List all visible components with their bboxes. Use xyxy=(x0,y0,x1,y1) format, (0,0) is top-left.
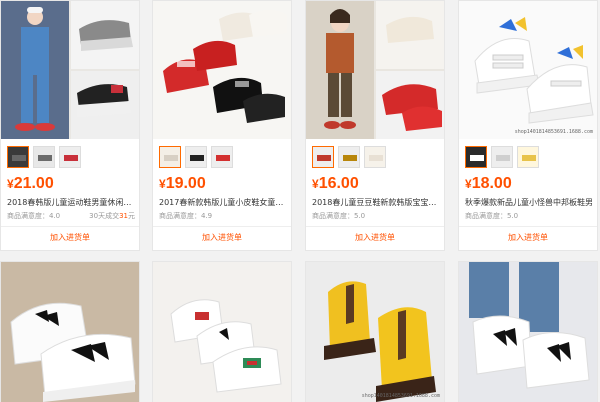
watermark-text: shop1401814853691.1688.com xyxy=(361,393,440,399)
product-image-1[interactable] xyxy=(1,1,139,139)
divider xyxy=(306,226,444,227)
color-swatch[interactable] xyxy=(364,146,386,168)
product-price: ¥16.00 xyxy=(312,175,359,192)
product-card-1[interactable]: ¥21.00 2018春韩版儿童运动鞋男童休闲单鞋 商品满意度：4.0 30天成… xyxy=(0,0,140,251)
add-to-cart-button[interactable]: 加入进货单 xyxy=(153,232,291,243)
product-title[interactable]: 2018春儿童豆豆鞋新款韩版宝宝甜美 xyxy=(312,197,440,208)
color-swatches xyxy=(7,146,81,168)
add-to-cart-button[interactable]: 加入进货单 xyxy=(1,232,139,243)
product-card-6[interactable] xyxy=(152,261,292,402)
color-swatch[interactable] xyxy=(7,146,29,168)
color-swatches xyxy=(312,146,386,168)
rating-value: 5.0 xyxy=(354,212,366,220)
product-card-3[interactable]: ¥16.00 2018春儿童豆豆鞋新款韩版宝宝甜美 商品满意度：5.0 加入进货… xyxy=(305,0,445,251)
product-price: ¥19.00 xyxy=(159,175,206,192)
product-card-4[interactable]: shop1401814853691.1688.com ¥18.00 秋季爆款新品… xyxy=(458,0,598,251)
rating-value: 4.9 xyxy=(201,212,213,220)
deal-note-value: 31 xyxy=(119,212,128,220)
rating-value: 5.0 xyxy=(507,212,519,220)
deal-note-suffix: 元 xyxy=(128,212,135,220)
divider xyxy=(153,226,291,227)
rating-label: 商品满意度： xyxy=(159,212,201,220)
divider xyxy=(1,226,139,227)
product-meta: 商品满意度：4.9 xyxy=(159,211,287,221)
color-swatch[interactable] xyxy=(185,146,207,168)
product-meta: 商品满意度：4.0 30天成交31元 xyxy=(7,211,135,221)
add-to-cart-button[interactable]: 加入进货单 xyxy=(459,232,597,243)
deal-note-prefix: 30天成交 xyxy=(89,212,120,220)
product-price: ¥21.00 xyxy=(7,175,54,192)
color-swatch[interactable] xyxy=(159,146,181,168)
product-image-5[interactable] xyxy=(1,262,139,402)
rating-label: 商品满意度： xyxy=(465,212,507,220)
rating-value: 4.0 xyxy=(49,212,61,220)
product-card-8[interactable] xyxy=(458,261,598,402)
color-swatch[interactable] xyxy=(33,146,55,168)
product-title[interactable]: 秋季爆款新品儿童小怪兽中邦板鞋男 xyxy=(465,197,593,208)
product-card-7[interactable]: shop1401814853691.1688.com xyxy=(305,261,445,402)
product-price: ¥18.00 xyxy=(465,175,512,192)
product-title[interactable]: 2018春韩版儿童运动鞋男童休闲单鞋 xyxy=(7,197,135,208)
color-swatch[interactable] xyxy=(338,146,360,168)
product-image-7[interactable]: shop1401814853691.1688.com xyxy=(306,262,444,402)
color-swatch[interactable] xyxy=(491,146,513,168)
color-swatch[interactable] xyxy=(312,146,334,168)
color-swatch[interactable] xyxy=(465,146,487,168)
watermark-text: shop1401814853691.1688.com xyxy=(514,129,593,135)
color-swatch[interactable] xyxy=(517,146,539,168)
color-swatches xyxy=(465,146,539,168)
rating-label: 商品满意度： xyxy=(312,212,354,220)
product-image-2[interactable] xyxy=(153,1,291,139)
color-swatch[interactable] xyxy=(59,146,81,168)
product-meta: 商品满意度：5.0 xyxy=(312,211,440,221)
product-image-4[interactable]: shop1401814853691.1688.com xyxy=(459,1,597,139)
rating-label: 商品满意度： xyxy=(7,212,49,220)
product-title[interactable]: 2017春新款韩版儿童小皮鞋女童鞋果 xyxy=(159,197,287,208)
add-to-cart-button[interactable]: 加入进货单 xyxy=(306,232,444,243)
product-image-3[interactable] xyxy=(306,1,444,139)
product-card-5[interactable] xyxy=(0,261,140,402)
product-meta: 商品满意度：5.0 xyxy=(465,211,593,221)
color-swatches xyxy=(159,146,233,168)
product-image-6[interactable] xyxy=(153,262,291,402)
color-swatch[interactable] xyxy=(211,146,233,168)
divider xyxy=(459,226,597,227)
product-image-8[interactable] xyxy=(459,262,597,402)
product-card-2[interactable]: ¥19.00 2017春新款韩版儿童小皮鞋女童鞋果 商品满意度：4.9 加入进货… xyxy=(152,0,292,251)
